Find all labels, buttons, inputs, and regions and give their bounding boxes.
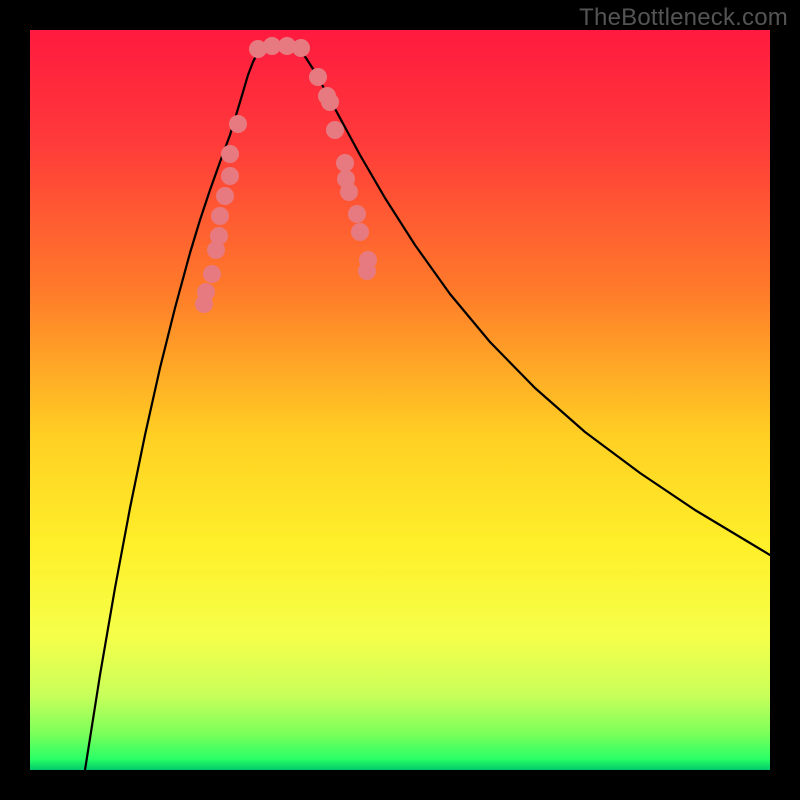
data-marker [221,145,239,163]
data-marker [216,187,234,205]
chart-svg [30,30,770,770]
data-marker [203,265,221,283]
data-marker [358,262,376,280]
data-marker [321,93,339,111]
chart-plot-area [30,30,770,770]
data-marker [211,207,229,225]
data-marker [351,223,369,241]
chart-frame: TheBottleneck.com [0,0,800,800]
data-marker [221,167,239,185]
data-marker [197,283,215,301]
data-marker [229,115,247,133]
data-marker [309,68,327,86]
data-marker [292,39,310,57]
data-marker [326,121,344,139]
data-marker [336,154,354,172]
data-marker [210,227,228,245]
chart-background [30,30,770,770]
watermark-text: TheBottleneck.com [579,4,788,32]
data-marker [340,183,358,201]
data-marker [348,205,366,223]
